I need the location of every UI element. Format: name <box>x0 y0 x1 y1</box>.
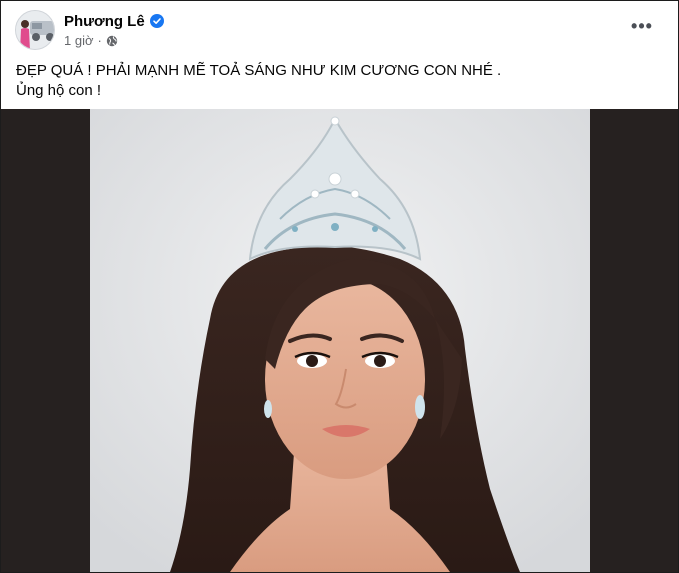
post-timestamp[interactable]: 1 giờ <box>64 33 94 48</box>
globe-icon[interactable] <box>106 35 118 47</box>
post-text-line-2: Ủng hộ con ! <box>16 82 102 99</box>
post-photo[interactable] <box>90 109 590 572</box>
portrait-illustration <box>90 109 590 572</box>
avatar-image <box>16 11 54 49</box>
author-row: Phương Lê <box>64 11 164 31</box>
author-avatar[interactable] <box>15 10 55 50</box>
meta-separator: · <box>97 33 102 48</box>
post-photo-container[interactable] <box>1 109 678 572</box>
post-meta: 1 giờ · <box>64 33 118 48</box>
post-text: ĐẸP QUÁ ! PHẢI MẠNH MẼ TOẢ SÁNG NHƯ KIM … <box>16 61 656 101</box>
post-header: Phương Lê 1 giờ · ••• <box>1 1 678 53</box>
more-options-label: ••• <box>631 15 653 36</box>
more-options-icon[interactable]: ••• <box>629 13 655 39</box>
post-text-line-1: ĐẸP QUÁ ! PHẢI MẠNH MẼ TOẢ SÁNG NHƯ KIM … <box>16 62 502 79</box>
post-card: Phương Lê 1 giờ · ••• ĐẸP QUÁ ! PHẢI MẠN… <box>0 0 679 573</box>
author-name[interactable]: Phương Lê <box>64 13 145 30</box>
verified-badge-icon <box>149 14 164 28</box>
